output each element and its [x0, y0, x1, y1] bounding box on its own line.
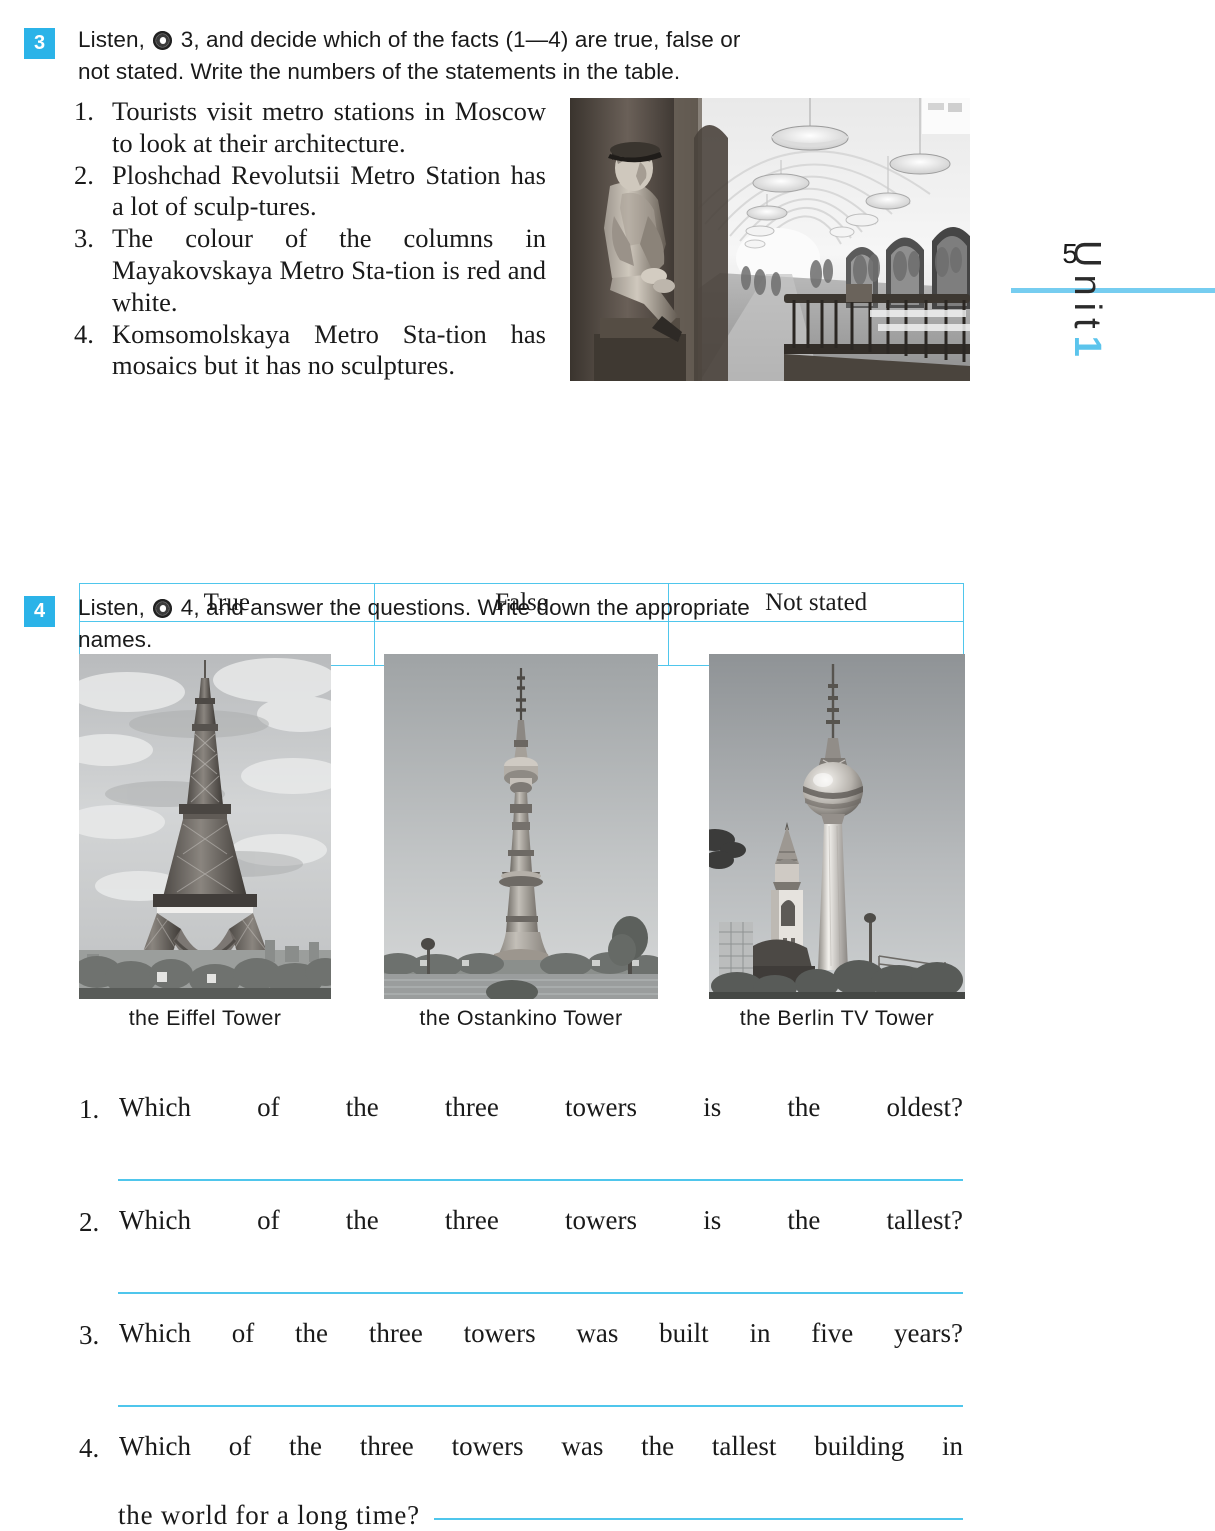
unit-label-number: 1 — [1066, 335, 1108, 364]
question-text: Which of the three towers is the oldest? — [119, 1092, 963, 1122]
exercise-3-instruction-line-2: not stated. Write the numbers of the sta… — [78, 58, 681, 84]
question-text-continued: the world for a long time? — [118, 1500, 420, 1530]
question-row: 4. Which of the three towers was the tal… — [0, 1433, 1000, 1464]
sidebar-divider — [1011, 288, 1215, 293]
tower-caption-berlin: the Berlin TV Tower — [739, 1006, 935, 1030]
fact-text: Tourists visit metro stations in Moscow … — [112, 96, 546, 158]
fact-number: 2. — [74, 159, 94, 190]
question-number: 1. — [79, 1094, 100, 1124]
fact-text: Ploshchad Revolutsii Metro Station has a… — [112, 159, 546, 222]
exercise-4-instruction: Listen, 4, and answer the questions. Wri… — [78, 592, 964, 656]
page-sidebar: 5 Unit1 — [1000, 0, 1215, 1494]
cd-icon — [153, 31, 173, 50]
tower-item-ostankino: the Ostankino Tower — [384, 654, 658, 1030]
exercise-4-instruction-text-2: 4, and answer the questions. Write down … — [180, 595, 750, 620]
exercise-4-instruction-text-1: Listen, — [78, 595, 145, 620]
tower-photos-row: the Eiffel Tower the Ostankino Tower the… — [0, 654, 1000, 1030]
fact-number: 1. — [74, 96, 94, 126]
question-text: Which of the three towers was the talles… — [119, 1431, 963, 1461]
fact-number: 4. — [74, 318, 94, 349]
page-content-column: 3 Listen, 3, and decide which of the fac… — [0, 0, 1000, 1530]
facts-list: 1. Tourists visit metro stations in Mosc… — [74, 96, 546, 382]
list-item: 4. Komsomolskaya Metro Sta-tion has mosa… — [74, 319, 546, 383]
exercise-3-number-badge: 3 — [24, 28, 55, 59]
fact-text: The colour of the columns in Mayakovskay… — [112, 223, 546, 317]
berlin-tv-tower-photo — [709, 654, 965, 999]
question-text: Which of the three towers was built in f… — [119, 1318, 963, 1348]
list-item: 3. The colour of the columns in Mayakovs… — [74, 223, 546, 318]
question-text: Which of the three towers is the tallest… — [119, 1205, 963, 1235]
list-item: 2. Ploshchad Revolutsii Metro Station ha… — [74, 160, 546, 224]
question-block-2: 2. Which of the three towers is the tall… — [0, 1207, 1000, 1294]
question-block-3: 3. Which of the three towers was built i… — [0, 1320, 1000, 1407]
exercise-3-instruction-text-2: 3, and decide which of the facts (1—4) a… — [180, 27, 741, 52]
question-number: 4. — [79, 1433, 100, 1463]
question-number: 3. — [79, 1320, 100, 1350]
cd-icon — [153, 599, 173, 618]
question-block-4: 4. Which of the three towers was the tal… — [0, 1433, 1000, 1531]
answer-line-3[interactable] — [118, 1405, 963, 1407]
answer-line-2[interactable] — [118, 1292, 963, 1294]
eiffel-tower-photo — [79, 654, 331, 999]
tower-item-berlin: the Berlin TV Tower — [709, 654, 965, 1030]
exercise-3-header: 3 Listen, 3, and decide which of the fac… — [24, 24, 964, 88]
question-row: 3. Which of the three towers was built i… — [0, 1320, 1000, 1351]
tower-caption-ostankino: the Ostankino Tower — [419, 1006, 623, 1030]
answer-line-1[interactable] — [118, 1179, 963, 1181]
list-item: 1. Tourists visit metro stations in Mosc… — [74, 96, 546, 160]
exercise-4-number-badge: 4 — [24, 596, 55, 627]
tower-item-eiffel: the Eiffel Tower — [79, 654, 331, 1030]
question-block-1: 1. Which of the three towers is the olde… — [0, 1094, 1000, 1181]
questions-list: 1. Which of the three towers is the olde… — [0, 1094, 1000, 1531]
unit-label-word: Unit — [1066, 240, 1108, 336]
exercise-3-instruction: Listen, 3, and decide which of the facts… — [78, 24, 964, 88]
exercise-4-instruction-line-2: names. — [78, 626, 153, 652]
question-number: 2. — [79, 1207, 100, 1237]
tower-caption-eiffel: the Eiffel Tower — [128, 1006, 282, 1030]
question-row: 2. Which of the three towers is the tall… — [0, 1207, 1000, 1238]
fact-text: Komsomolskaya Metro Sta-tion has mosaics… — [112, 318, 546, 381]
fact-number: 3. — [74, 223, 94, 254]
unit-label: Unit1 — [1065, 240, 1108, 460]
exercise-3-instruction-text-1: Listen, — [78, 27, 145, 52]
exercise-4-header: 4 Listen, 4, and answer the questions. W… — [24, 592, 964, 656]
metro-station-photo — [570, 98, 970, 381]
question-4-line-2: the world for a long time? — [118, 1500, 1000, 1531]
question-row: 1. Which of the three towers is the olde… — [0, 1094, 1000, 1125]
ostankino-tower-photo — [384, 654, 658, 999]
answer-line-4[interactable] — [433, 1518, 963, 1520]
